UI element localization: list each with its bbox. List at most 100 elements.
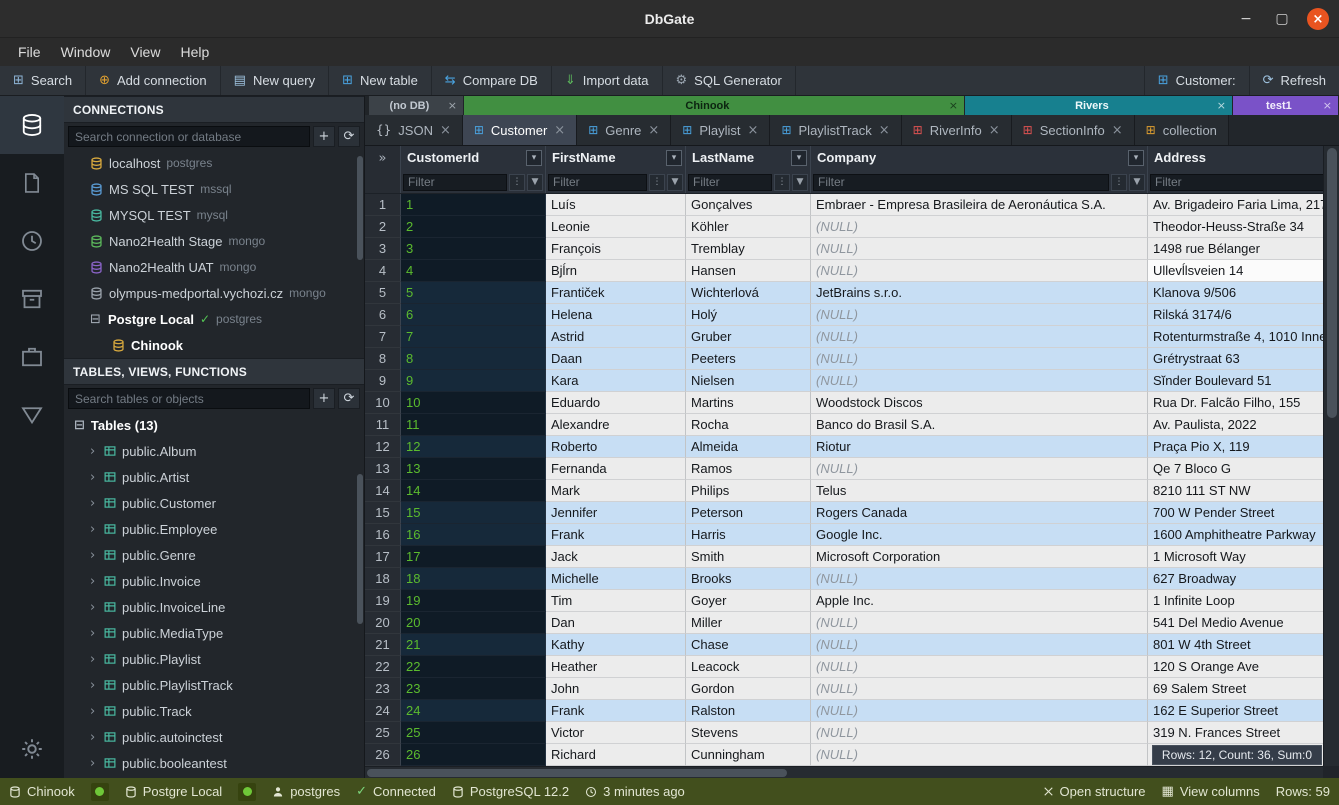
menu-item[interactable]: Help	[170, 38, 219, 66]
cell-company[interactable]: (NULL)	[811, 700, 1148, 722]
column-header[interactable]: Company ▾	[811, 146, 1148, 171]
cell-company[interactable]: (NULL)	[811, 612, 1148, 634]
cell-company[interactable]: (NULL)	[811, 348, 1148, 370]
chevron-right-icon[interactable]: ›	[90, 678, 98, 693]
filter-input[interactable]	[813, 174, 1109, 191]
column-dropdown-icon[interactable]: ▾	[1128, 150, 1144, 166]
row-number[interactable]: 17	[365, 546, 401, 568]
cell-last-name[interactable]: Holý	[686, 304, 811, 326]
cell-address[interactable]: 1 Infinite Loop	[1148, 590, 1323, 612]
files-icon[interactable]	[0, 154, 64, 212]
cell-first-name[interactable]: Kathy	[546, 634, 686, 656]
cell-company[interactable]: (NULL)	[811, 634, 1148, 656]
tab-group[interactable]: (no DB) ×	[369, 96, 463, 115]
table-item[interactable]: › public.Artist	[64, 464, 364, 490]
cell-last-name[interactable]: Gonçalves	[686, 194, 811, 216]
table-item[interactable]: › public.Genre	[64, 542, 364, 568]
cell-first-name[interactable]: Kara	[546, 370, 686, 392]
view-columns-button[interactable]: ▦ View columns	[1162, 784, 1260, 799]
column-header[interactable]: Address ▾	[1148, 146, 1323, 171]
table-item[interactable]: › public.PlaylistTrack	[64, 672, 364, 698]
row-number[interactable]: 14	[365, 480, 401, 502]
connections-scrollbar[interactable]	[357, 156, 363, 260]
connection-item[interactable]: ⊟ localhost ✓ postgres	[64, 150, 364, 176]
column-header[interactable]: FirstName ▾	[546, 146, 686, 171]
cell-address[interactable]: Praça Pio X, 119	[1148, 436, 1323, 458]
row-number[interactable]: 25	[365, 722, 401, 744]
cell-address[interactable]: Ullevĺlsveien 14	[1148, 260, 1323, 282]
cell-address[interactable]: 8210 111 ST NW	[1148, 480, 1323, 502]
cell-company[interactable]: (NULL)	[811, 326, 1148, 348]
tables-scrollbar[interactable]	[357, 474, 363, 624]
cell-last-name[interactable]: Smith	[686, 546, 811, 568]
row-number[interactable]: 18	[365, 568, 401, 590]
table-item[interactable]: › public.MediaType	[64, 620, 364, 646]
chevron-right-icon[interactable]: ›	[90, 444, 98, 459]
table-item[interactable]: › public.InvoiceLine	[64, 594, 364, 620]
row-number[interactable]: 21	[365, 634, 401, 656]
filter-input[interactable]	[1150, 174, 1323, 191]
add-table-plus-icon[interactable]: +	[313, 388, 335, 409]
cell-first-name[interactable]: Roberto	[546, 436, 686, 458]
cell-company[interactable]: Microsoft Corporation	[811, 546, 1148, 568]
cell-last-name[interactable]: Ramos	[686, 458, 811, 480]
cell-last-name[interactable]: Gordon	[686, 678, 811, 700]
cell-address[interactable]: 1 Microsoft Way	[1148, 546, 1323, 568]
close-icon[interactable]: ×	[440, 123, 451, 138]
column-dropdown-icon[interactable]: ▾	[526, 150, 542, 166]
column-dropdown-icon[interactable]: ▾	[666, 150, 682, 166]
row-number[interactable]: 1	[365, 194, 401, 216]
cell-company[interactable]: (NULL)	[811, 260, 1148, 282]
cell-first-name[interactable]: Helena	[546, 304, 686, 326]
filter-menu-icon[interactable]: ⋮	[649, 174, 665, 191]
chevron-right-icon[interactable]: ›	[90, 704, 98, 719]
cell-first-name[interactable]: Heather	[546, 656, 686, 678]
cell-first-name[interactable]: Tim	[546, 590, 686, 612]
tab-group[interactable]: Chinook ×	[464, 96, 964, 115]
cell-customer-id[interactable]: 4	[401, 260, 546, 282]
close-icon[interactable]: ×	[947, 99, 960, 112]
cell-company[interactable]: (NULL)	[811, 216, 1148, 238]
archive-icon[interactable]	[0, 270, 64, 328]
cell-address[interactable]: Theodor-Heuss-Straße 34	[1148, 216, 1323, 238]
cell-last-name[interactable]: Harris	[686, 524, 811, 546]
horizontal-scrollbar-thumb[interactable]	[367, 769, 787, 777]
cell-first-name[interactable]: Jennifer	[546, 502, 686, 524]
cell-address[interactable]: 69 Salem Street	[1148, 678, 1323, 700]
cell-last-name[interactable]: Martins	[686, 392, 811, 414]
row-number[interactable]: 8	[365, 348, 401, 370]
cell-address[interactable]: 801 W 4th Street	[1148, 634, 1323, 656]
expand-all-icon[interactable]: »	[365, 146, 401, 171]
cell-company[interactable]: JetBrains s.r.o.	[811, 282, 1148, 304]
cell-customer-id[interactable]: 2	[401, 216, 546, 238]
cell-company[interactable]: (NULL)	[811, 678, 1148, 700]
cell-customer-id[interactable]: 14	[401, 480, 546, 502]
row-number[interactable]: 10	[365, 392, 401, 414]
cell-address[interactable]: 162 E Superior Street	[1148, 700, 1323, 722]
row-number[interactable]: 22	[365, 656, 401, 678]
cell-last-name[interactable]: Peeters	[686, 348, 811, 370]
cell-address[interactable]: Rua Dr. Falcão Filho, 155	[1148, 392, 1323, 414]
close-icon[interactable]: ×	[1112, 123, 1123, 138]
cell-last-name[interactable]: Goyer	[686, 590, 811, 612]
cell-first-name[interactable]: Luís	[546, 194, 686, 216]
tab[interactable]: ⊞ Genre ×	[577, 115, 671, 145]
cell-customer-id[interactable]: 20	[401, 612, 546, 634]
cell-customer-id[interactable]: 26	[401, 744, 546, 766]
close-icon[interactable]: ×	[1307, 8, 1329, 30]
cell-customer-id[interactable]: 5	[401, 282, 546, 304]
table-item[interactable]: › public.autoinctest	[64, 724, 364, 750]
cell-company[interactable]: Google Inc.	[811, 524, 1148, 546]
toolbar-button[interactable]: ⇆ Compare DB	[432, 66, 552, 95]
cell-address[interactable]: Av. Brigadeiro Faria Lima, 2170	[1148, 194, 1323, 216]
cell-first-name[interactable]: John	[546, 678, 686, 700]
cell-company[interactable]: (NULL)	[811, 238, 1148, 260]
tab-group[interactable]: Rivers ×	[965, 96, 1232, 115]
cell-last-name[interactable]: Stevens	[686, 722, 811, 744]
cell-last-name[interactable]: Peterson	[686, 502, 811, 524]
cell-address[interactable]: 319 N. Frances Street	[1148, 722, 1323, 744]
close-icon[interactable]: ×	[879, 123, 890, 138]
connection-item[interactable]: ⊟ MYSQL TEST ✓ mysql	[64, 202, 364, 228]
refresh-tables-icon[interactable]: ⟳	[338, 388, 360, 409]
cell-last-name[interactable]: Brooks	[686, 568, 811, 590]
